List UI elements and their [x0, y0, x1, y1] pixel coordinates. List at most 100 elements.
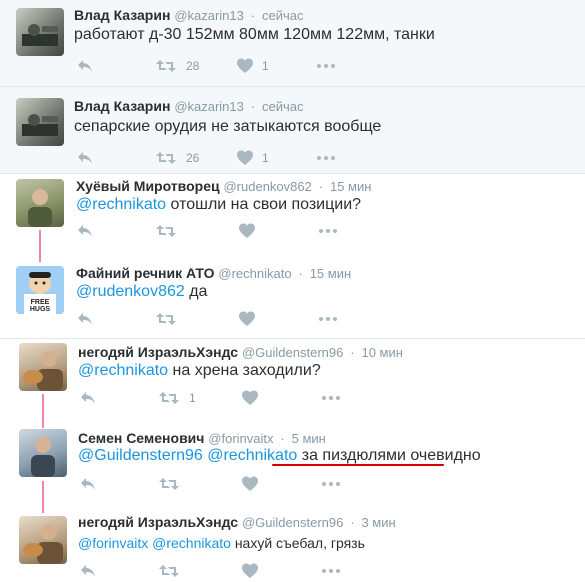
mention-link[interactable]: @rechnikato — [207, 447, 297, 464]
display-name[interactable]: Влад Казарин — [74, 98, 170, 114]
separator-dot: · — [318, 179, 324, 194]
retweet-icon[interactable] — [159, 389, 179, 409]
mention-link[interactable]: @rechnikato — [152, 535, 231, 551]
display-name[interactable]: Влад Казарин — [74, 7, 170, 23]
more-icon[interactable] — [321, 562, 341, 582]
more-icon[interactable] — [318, 310, 338, 330]
tweet-text: сепарские орудия не затыкаются вообще — [74, 118, 382, 135]
tweet-text: работают д-30 152мм 80мм 120мм 122мм, та… — [74, 26, 435, 43]
separator-dot: · — [350, 515, 355, 530]
timestamp[interactable]: сейчас — [262, 99, 304, 114]
retweet-icon[interactable] — [159, 562, 179, 582]
more-icon[interactable] — [318, 222, 338, 242]
tweet-header: Хуёвый Миротворец @rudenkov862 · 15 мин — [76, 177, 371, 196]
tweet-body: на хрена заходили? — [172, 362, 321, 379]
timestamp[interactable]: 3 мин — [361, 515, 395, 530]
retweet-count: 1 — [189, 391, 196, 405]
retweet-icon[interactable] — [159, 475, 179, 495]
more-icon[interactable] — [316, 149, 336, 169]
tweet-header: Влад Казарин @kazarin13 · сейчас — [74, 6, 304, 25]
like-icon[interactable] — [238, 222, 256, 242]
reply-icon[interactable] — [79, 475, 97, 495]
tweet-body: за пиздюлями очевидно — [301, 447, 481, 464]
avatar[interactable] — [16, 98, 64, 146]
retweet-count: 26 — [186, 151, 200, 165]
reply-icon[interactable] — [76, 310, 94, 330]
separator-dot: · — [250, 8, 256, 23]
avatar[interactable] — [16, 179, 64, 227]
mention-link[interactable]: @Guildenstern96 — [78, 447, 203, 464]
cartoon-free-hugs-icon: FREE HUGS — [16, 266, 64, 314]
reply-icon[interactable] — [76, 222, 94, 242]
like-count: 1 — [262, 151, 269, 165]
separator-dot: · — [350, 345, 355, 360]
cat-person-photo-icon — [23, 351, 63, 391]
mention-link[interactable]: @rechnikato — [78, 362, 168, 379]
avatar-photo-icon — [22, 24, 58, 46]
retweet-count: 28 — [186, 59, 200, 73]
mention-link[interactable]: @forinvaitx — [78, 535, 148, 551]
timestamp[interactable]: сейчас — [262, 8, 304, 23]
separator-dot: · — [298, 266, 303, 281]
tweet-body: нахуй съебал, грязь — [234, 535, 365, 551]
display-name[interactable]: Файний речник АТО — [76, 265, 214, 281]
like-icon[interactable] — [238, 310, 256, 330]
display-name[interactable]: негодяй ИзраэльХэндс — [78, 344, 238, 360]
retweet-icon[interactable] — [156, 222, 176, 242]
thread-connector — [39, 230, 41, 262]
thread-connector — [42, 481, 44, 513]
like-icon[interactable] — [241, 562, 259, 582]
like-icon[interactable] — [236, 57, 254, 77]
username[interactable]: @rudenkov862 — [223, 179, 311, 194]
reply-icon[interactable] — [76, 149, 94, 169]
mention-link[interactable]: @rudenkov862 — [76, 283, 185, 300]
timestamp[interactable]: 10 мин — [361, 345, 402, 360]
person-photo-icon — [31, 437, 55, 477]
tweet-text: @Guildenstern96 @rechnikato за пиздюлями… — [78, 446, 481, 466]
separator-dot: · — [250, 99, 256, 114]
thread-connector — [42, 394, 44, 428]
more-icon[interactable] — [316, 57, 336, 77]
retweet-icon[interactable] — [156, 57, 176, 77]
timestamp[interactable]: 5 мин — [292, 431, 326, 446]
display-name[interactable]: негодяй ИзраэльХэндс — [78, 514, 238, 530]
timestamp[interactable]: 15 мин — [330, 179, 371, 194]
divider — [0, 338, 585, 339]
tweet-body: да — [189, 283, 208, 300]
red-underline-annotation — [272, 464, 444, 466]
tweet-text: @rechnikato отошли на свои позиции? — [76, 195, 361, 215]
username[interactable]: @forinvaitx — [208, 431, 273, 446]
timestamp[interactable]: 15 мин — [310, 266, 351, 281]
retweet-icon[interactable] — [156, 149, 176, 169]
avatar[interactable] — [19, 343, 67, 391]
username[interactable]: @Guildenstern96 — [242, 345, 343, 360]
username[interactable]: @kazarin13 — [174, 99, 244, 114]
avatar[interactable] — [19, 516, 67, 564]
tweet-header: Файний речник АТО @rechnikato · 15 мин — [76, 264, 351, 283]
username[interactable]: @rechnikato — [218, 266, 291, 281]
tweet-header: негодяй ИзраэльХэндс @Guildenstern96 · 3… — [78, 513, 396, 532]
like-icon[interactable] — [241, 475, 259, 495]
reply-icon[interactable] — [79, 389, 97, 409]
tweet-header: Влад Казарин @kazarin13 · сейчас — [74, 97, 304, 116]
display-name[interactable]: Семен Семенович — [78, 430, 204, 446]
avatar[interactable] — [19, 429, 67, 477]
divider — [0, 173, 585, 174]
username[interactable]: @kazarin13 — [174, 8, 244, 23]
avatar-photo-icon — [22, 114, 58, 136]
like-icon[interactable] — [236, 149, 254, 169]
avatar[interactable] — [16, 8, 64, 56]
reply-icon[interactable] — [76, 57, 94, 77]
like-icon[interactable] — [241, 389, 259, 409]
username[interactable]: @Guildenstern96 — [242, 515, 343, 530]
cat-person-photo-icon — [23, 524, 63, 564]
reply-icon[interactable] — [79, 562, 97, 582]
svg-text:FREE: FREE — [31, 299, 50, 306]
retweet-icon[interactable] — [156, 310, 176, 330]
mention-link[interactable]: @rechnikato — [76, 196, 166, 213]
display-name[interactable]: Хуёвый Миротворец — [76, 178, 220, 194]
more-icon[interactable] — [321, 389, 341, 409]
more-icon[interactable] — [321, 475, 341, 495]
avatar[interactable]: FREE HUGS — [16, 266, 64, 314]
tweet-header: негодяй ИзраэльХэндс @Guildenstern96 · 1… — [78, 343, 403, 362]
